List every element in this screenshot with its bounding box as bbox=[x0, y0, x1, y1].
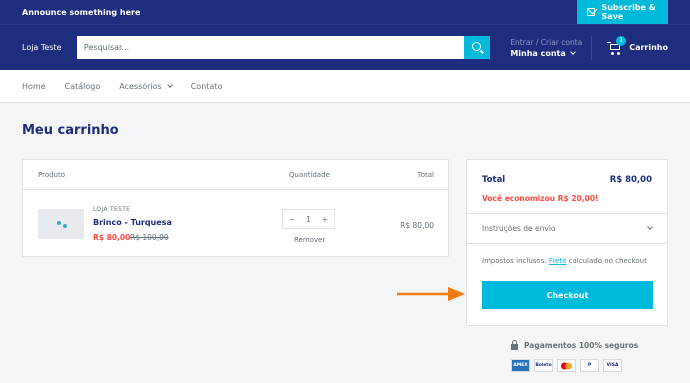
quantity-stepper: − 1 + bbox=[282, 209, 335, 229]
arrow-pointer-icon bbox=[397, 287, 465, 301]
checkout-button[interactable]: Checkout bbox=[482, 281, 653, 309]
total-value: R$ 80,00 bbox=[609, 175, 652, 185]
cart-icon: 1 bbox=[607, 35, 627, 55]
table-row: LOJA TESTE Brinco - Turquesa R$ 80,00 R$… bbox=[23, 190, 448, 256]
subscribe-button[interactable]: Subscribe & Save bbox=[577, 0, 668, 24]
nav-item-catalog[interactable]: Catálogo bbox=[65, 82, 101, 91]
product-compare-price: R$ 100,00 bbox=[130, 233, 169, 242]
plus-icon[interactable]: + bbox=[322, 215, 328, 224]
my-account-label: Minha conta bbox=[510, 48, 566, 58]
lock-icon bbox=[511, 340, 518, 350]
cart-table: Produto Quantidade Total LOJA TESTE Brin… bbox=[22, 159, 449, 257]
minus-icon[interactable]: − bbox=[289, 215, 295, 224]
summary-total: Total R$ 80,00 bbox=[482, 175, 652, 185]
quantity-value[interactable]: 1 bbox=[306, 215, 311, 224]
divider bbox=[467, 243, 667, 244]
header-total: Total bbox=[417, 171, 434, 179]
search-icon bbox=[471, 42, 481, 51]
nav-item-accessories-label: Acessórios bbox=[119, 81, 162, 91]
search-button[interactable] bbox=[464, 36, 491, 59]
nav-item-home[interactable]: Home bbox=[22, 82, 46, 91]
taxes-note: Impostos inclusos. Frete calculado no ch… bbox=[482, 257, 647, 265]
header-divider bbox=[591, 35, 593, 60]
shipping-instructions-label: Instruções de envio bbox=[482, 224, 556, 233]
my-account-toggle[interactable]: Minha conta bbox=[510, 49, 585, 58]
chevron-down-icon bbox=[647, 224, 653, 230]
store-logo[interactable]: Loja Teste bbox=[22, 43, 77, 52]
divider bbox=[467, 213, 667, 214]
total-label: Total bbox=[482, 175, 506, 185]
mail-icon bbox=[587, 8, 596, 16]
page-title: Meu carrinho bbox=[22, 123, 119, 138]
boleto-icon: Boleto bbox=[534, 359, 553, 372]
cart-label: Carrinho bbox=[629, 43, 668, 52]
payment-methods: AMEX Boleto P VISA bbox=[511, 359, 622, 372]
table-header: Produto Quantidade Total bbox=[23, 160, 448, 190]
announcement-bar: Announce something here Subscribe & Save bbox=[0, 0, 690, 24]
cart-link[interactable]: 1 Carrinho bbox=[607, 35, 668, 55]
secure-payments: Pagamentos 100% seguros bbox=[511, 340, 639, 350]
header-product: Produto bbox=[38, 171, 66, 179]
mastercard-icon bbox=[557, 359, 576, 372]
account-menu[interactable]: Entrar / Criar conta Minha conta bbox=[510, 38, 585, 58]
main-nav: Home Catálogo Acessórios Contato bbox=[0, 70, 690, 103]
nav-item-accessories[interactable]: Acessórios bbox=[119, 81, 173, 91]
product-vendor: LOJA TESTE bbox=[93, 206, 131, 213]
taxes-suffix: calculado no checkout bbox=[568, 257, 647, 265]
announcement-text: Announce something here bbox=[22, 7, 141, 17]
nav-item-contact[interactable]: Contato bbox=[191, 82, 223, 91]
order-summary: Total R$ 80,00 Você economizou R$ 20,00!… bbox=[466, 159, 668, 326]
login-link[interactable]: Entrar / Criar conta bbox=[510, 38, 585, 47]
taxes-prefix: Impostos inclusos. bbox=[482, 257, 547, 265]
search-input[interactable] bbox=[76, 36, 465, 59]
shipping-link[interactable]: Frete bbox=[549, 257, 567, 265]
product-sale-price: R$ 80,00 bbox=[93, 233, 131, 242]
savings-text: Você economizou R$ 20,00! bbox=[482, 194, 599, 203]
chevron-down-icon bbox=[569, 48, 576, 55]
secure-payments-label: Pagamentos 100% seguros bbox=[524, 341, 639, 350]
remove-link[interactable]: Remover bbox=[294, 236, 325, 244]
line-total: R$ 80,00 bbox=[400, 221, 434, 230]
site-header: Loja Teste Entrar / Criar conta Minha co… bbox=[0, 24, 690, 70]
paypal-icon: P bbox=[580, 359, 599, 372]
subscribe-label: Subscribe & Save bbox=[601, 3, 656, 21]
amex-icon: AMEX bbox=[511, 359, 530, 372]
search-bar bbox=[76, 36, 491, 59]
product-name-link[interactable]: Brinco - Turquesa bbox=[93, 218, 172, 227]
header-quantity: Quantidade bbox=[289, 171, 330, 179]
visa-icon: VISA bbox=[603, 359, 622, 372]
product-thumbnail[interactable] bbox=[38, 209, 84, 239]
cart-count-badge: 1 bbox=[616, 35, 627, 46]
shipping-instructions-toggle[interactable]: Instruções de envio bbox=[482, 224, 653, 233]
chevron-down-icon bbox=[166, 81, 173, 88]
